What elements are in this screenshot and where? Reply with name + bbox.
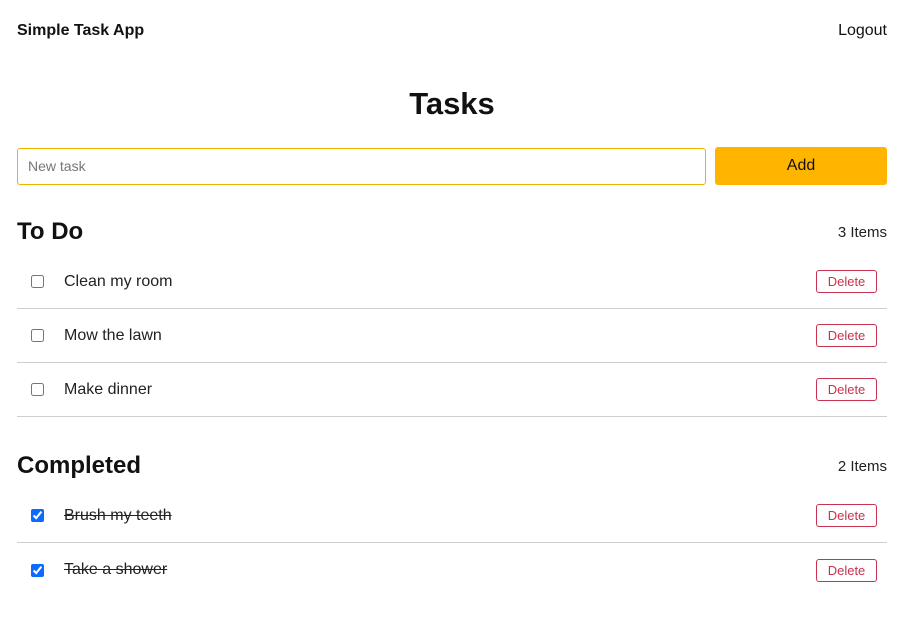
app-brand: Simple Task App <box>17 21 145 39</box>
delete-task-button[interactable]: Delete <box>816 558 877 582</box>
todo-row: Mow the lawn Delete <box>17 309 887 363</box>
page-title: Tasks <box>409 86 495 121</box>
todo-list: Clean my room Delete Mow the lawn Delete… <box>17 255 887 417</box>
delete-task-button[interactable]: Delete <box>816 270 877 293</box>
completed-section-title: Completed <box>17 452 142 479</box>
task-checkbox-checked[interactable] <box>31 509 44 522</box>
completed-row: Take a shower Delete <box>17 543 887 597</box>
completed-row: Brush my teeth Delete <box>17 489 887 543</box>
add-task-row: Add <box>17 147 887 185</box>
delete-task-button[interactable]: Delete <box>816 324 877 347</box>
task-label-completed: Brush my teeth <box>64 506 172 524</box>
delete-task-button[interactable]: Delete <box>816 504 877 527</box>
new-task-input[interactable] <box>17 147 706 185</box>
completed-section-header: Completed 2 Items <box>17 451 887 481</box>
completed-item-count: 2 Items <box>837 457 887 475</box>
completed-list: Brush my teeth Delete Take a shower Dele… <box>17 489 887 597</box>
task-checkbox-checked[interactable] <box>31 563 44 577</box>
todo-section-title: To Do <box>17 218 84 245</box>
todo-row: Clean my room Delete <box>17 255 887 309</box>
app-page: Simple Task App Logout Tasks Add To Do 3… <box>0 0 904 618</box>
task-label: Mow the lawn <box>64 326 162 344</box>
delete-task-button[interactable]: Delete <box>816 378 877 401</box>
task-checkbox[interactable] <box>31 275 44 288</box>
logout-link[interactable]: Logout <box>838 22 887 40</box>
task-label-completed: Take a shower <box>64 561 168 578</box>
add-task-button[interactable]: Add <box>715 147 887 185</box>
task-label: Make dinner <box>64 380 153 398</box>
task-label: Clean my room <box>64 272 173 290</box>
todo-row: Make dinner Delete <box>17 363 887 417</box>
todo-item-count: 3 Items <box>837 223 887 241</box>
todo-section-header: To Do 3 Items <box>17 217 887 247</box>
top-bar: Simple Task App Logout <box>17 0 887 62</box>
task-checkbox[interactable] <box>31 329 44 342</box>
task-checkbox[interactable] <box>31 383 44 396</box>
